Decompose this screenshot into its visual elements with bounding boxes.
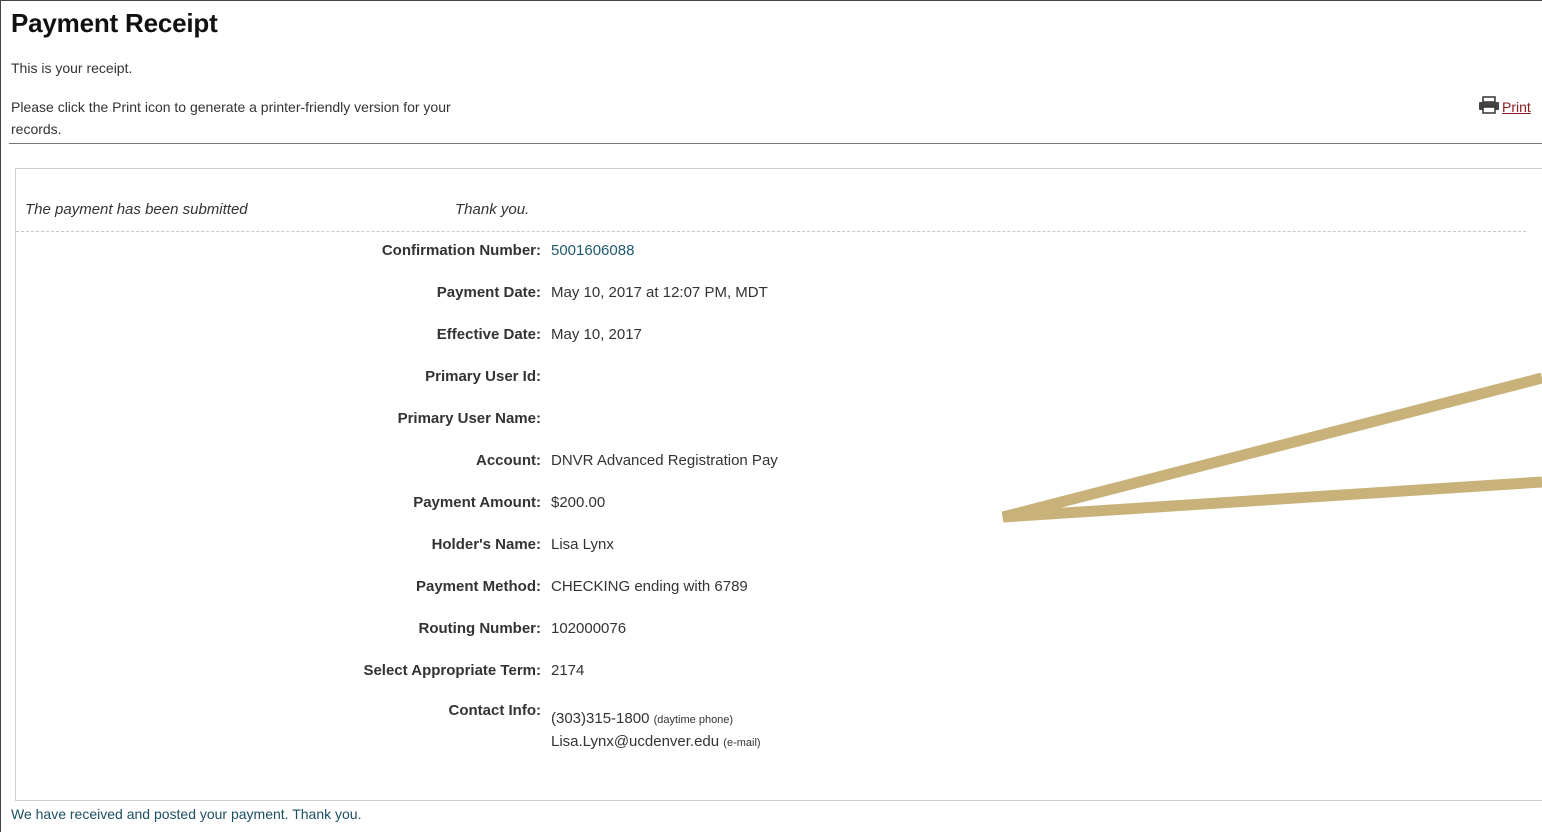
holder-row: Holder's Name: Lisa Lynx xyxy=(0,536,1000,558)
contact-value: (303)315-1800 (daytime phone) Lisa.Lynx@… xyxy=(551,708,761,754)
status-message: The payment has been submitted xyxy=(25,201,248,218)
amount-value: $200.00 xyxy=(551,494,606,511)
footer-message: We have received and posted your payment… xyxy=(11,806,362,822)
term-row: Select Appropriate Term: 2174 xyxy=(0,662,1000,684)
holder-value: Lisa Lynx xyxy=(551,536,614,553)
term-label: Select Appropriate Term: xyxy=(363,662,541,679)
account-value: DNVR Advanced Registration Pay xyxy=(551,452,778,469)
term-value: 2174 xyxy=(551,662,585,679)
account-label: Account: xyxy=(476,452,541,469)
printer-icon[interactable] xyxy=(1478,96,1502,117)
status-thanks: Thank you. xyxy=(455,201,530,218)
routing-label: Routing Number: xyxy=(418,620,541,637)
holder-label: Holder's Name: xyxy=(431,536,541,553)
print-link[interactable]: Print xyxy=(1478,96,1531,117)
contact-email: Lisa.Lynx@ucdenver.edu xyxy=(551,733,720,750)
payment-method-row: Payment Method: CHECKING ending with 678… xyxy=(0,578,1000,600)
contact-row: Contact Info: (303)315-1800 (daytime pho… xyxy=(0,702,1000,752)
print-label[interactable]: Print xyxy=(1502,99,1531,115)
payment-date-label: Payment Date: xyxy=(436,284,541,301)
contact-phone-note: (daytime phone) xyxy=(653,714,734,726)
routing-value: 102000076 xyxy=(551,620,627,637)
routing-row: Routing Number: 102000076 xyxy=(0,620,1000,642)
confirmation-row: Confirmation Number: 5001606088 xyxy=(0,242,1000,264)
primary-user-name-row: Primary User Name: xyxy=(0,410,1000,432)
effective-date-value: May 10, 2017 xyxy=(551,326,642,343)
contact-phone-line: (303)315-1800 (daytime phone) xyxy=(551,708,761,731)
amount-label: Payment Amount: xyxy=(413,494,541,511)
confirmation-label: Confirmation Number: xyxy=(381,242,541,259)
confirmation-value: 5001606088 xyxy=(551,242,635,259)
primary-user-id-label: Primary User Id: xyxy=(425,368,541,385)
payment-method-label: Payment Method: xyxy=(415,578,541,595)
payment-date-value: May 10, 2017 at 12:07 PM, MDT xyxy=(551,284,768,301)
effective-date-label: Effective Date: xyxy=(436,326,541,343)
status-divider xyxy=(16,231,1526,232)
payment-method-value: CHECKING ending with 6789 xyxy=(551,578,748,595)
print-instructions: Please click the Print icon to generate … xyxy=(11,99,451,137)
amount-row: Payment Amount: $200.00 xyxy=(0,494,1000,516)
contact-email-line: Lisa.Lynx@ucdenver.edu (e-mail) xyxy=(551,731,761,754)
page-title: Payment Receipt xyxy=(11,8,218,38)
intro-text: This is your receipt. xyxy=(11,60,133,76)
effective-date-row: Effective Date: May 10, 2017 xyxy=(0,326,1000,348)
contact-label: Contact Info: xyxy=(448,702,541,719)
contact-email-note: (e-mail) xyxy=(723,737,761,749)
payment-date-row: Payment Date: May 10, 2017 at 12:07 PM, … xyxy=(0,284,1000,306)
primary-user-id-row: Primary User Id: xyxy=(0,368,1000,390)
header-divider xyxy=(9,143,1542,144)
contact-phone: (303)315-1800 xyxy=(551,710,650,727)
account-row: Account: DNVR Advanced Registration Pay xyxy=(0,452,1000,474)
primary-user-name-label: Primary User Name: xyxy=(397,410,541,427)
